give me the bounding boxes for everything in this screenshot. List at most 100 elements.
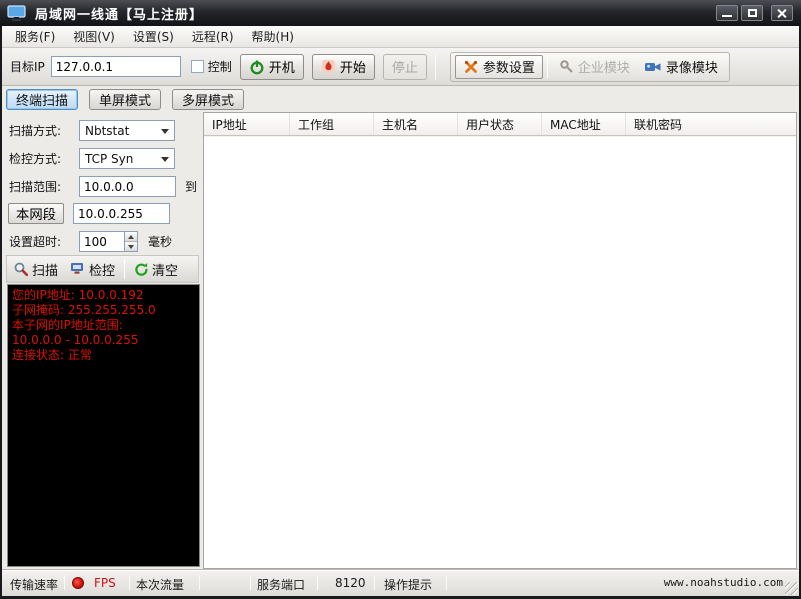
tab-multi-screen[interactable]: 多屏模式 (172, 88, 245, 110)
power-on-button[interactable]: 开机 (239, 53, 304, 80)
timeout-stepper[interactable] (124, 231, 138, 252)
local-subnet-button[interactable]: 本网段 (8, 203, 64, 224)
column-header-password[interactable]: 联机密码 (626, 113, 796, 135)
tab-single-screen[interactable]: 单屏模式 (89, 88, 162, 110)
statusbar-separator (317, 575, 318, 590)
minimize-button[interactable] (716, 5, 738, 21)
chevron-down-icon (161, 157, 169, 162)
spin-down-icon[interactable] (125, 242, 137, 251)
scan-button[interactable]: 扫描 (7, 257, 64, 281)
maximize-icon (747, 9, 757, 17)
params-settings-label: 参数设置 (482, 61, 535, 76)
stop-label: 停止 (391, 60, 418, 75)
column-header-workgroup[interactable]: 工作组 (290, 113, 374, 135)
timeout-label: 设置超时: (9, 235, 62, 249)
monitor-mode-value: TCP Syn (85, 151, 134, 166)
timeout-input[interactable] (79, 231, 124, 252)
main-toolbar: 目标IP 控制 开机 开始 停止 (2, 48, 799, 86)
enterprise-module-button[interactable]: 企业模块 (552, 55, 637, 79)
console-line-range: 10.0.0.0 - 10.0.0.255 (12, 333, 139, 347)
video-camera-icon (644, 62, 661, 71)
control-checkbox[interactable] (190, 60, 204, 73)
control-checkbox-label: 控制 (207, 60, 232, 74)
minimize-icon (722, 15, 732, 17)
monitor-button[interactable]: 检控 (64, 257, 121, 281)
scan-range-label: 扫描范围: (9, 180, 62, 194)
module-button-group: 参数设置 企业模块 录像模块 (449, 51, 730, 82)
recycle-icon (135, 262, 148, 276)
app-window: 局域网一线通【马上注册】 服务(F) 视图(V) 设置(S) 远程(R) 帮助(… (0, 0, 801, 599)
console-line-range-title: 本子网的IP地址范围: (12, 318, 123, 332)
video-module-button[interactable]: 录像模块 (637, 55, 725, 79)
title-bar: 局域网一线通【马上注册】 (0, 0, 801, 26)
network-info-console: 您的IP地址: 10.0.0.192 子网掩码: 255.255.255.0 本… (7, 284, 200, 567)
scan-button-label: 扫描 (32, 263, 59, 279)
video-module-label: 录像模块 (665, 61, 718, 76)
fps-status-dot (72, 577, 84, 589)
console-line-status: 连接状态: 正常 (12, 348, 92, 362)
traffic-label: 本次流量 (136, 578, 185, 592)
table-header-row: IP地址 工作组 主机名 用户状态 MAC地址 联机密码 (204, 113, 796, 136)
fps-label: FPS (94, 576, 116, 590)
resize-grip[interactable] (785, 582, 798, 595)
magnifier-icon (14, 262, 29, 277)
range-to-label: 到 (185, 180, 198, 194)
clear-button[interactable]: 清空 (128, 257, 184, 281)
group-separator (546, 55, 548, 78)
maximize-button[interactable] (741, 5, 763, 21)
column-header-ip[interactable]: IP地址 (204, 113, 290, 135)
tools-icon (464, 60, 477, 73)
close-icon (777, 8, 787, 18)
table-body[interactable] (204, 136, 796, 568)
menu-help[interactable]: 帮助(H) (243, 26, 303, 47)
monitor-mode-select[interactable]: TCP Syn (79, 148, 175, 169)
target-ip-input[interactable] (50, 56, 181, 77)
statusbar-separator (250, 575, 251, 590)
monitor-button-label: 检控 (89, 263, 116, 279)
chevron-down-icon (161, 129, 169, 134)
menu-remote[interactable]: 远程(R) (183, 26, 243, 47)
app-logo-icon (7, 4, 26, 21)
scan-results-table: IP地址 工作组 主机名 用户状态 MAC地址 联机密码 (203, 112, 797, 569)
scan-settings-panel: 扫描方式: Nbtstat 检控方式: TCP Syn 扫描范围: 10.0.0… (2, 112, 203, 569)
column-header-hostname[interactable]: 主机名 (374, 113, 458, 135)
statusbar-separator (374, 575, 375, 590)
power-on-label: 开机 (268, 60, 295, 75)
console-line-mask: 子网掩码: 255.255.255.0 (12, 303, 156, 317)
close-button[interactable] (771, 5, 793, 21)
console-line-ip: 您的IP地址: 10.0.0.192 (12, 288, 144, 302)
scan-mode-label: 扫描方式: (9, 124, 62, 138)
monitor-mode-label: 检控方式: (9, 152, 62, 166)
menu-service[interactable]: 服务(F) (6, 26, 64, 47)
statusbar-separator (129, 575, 130, 590)
column-header-mac[interactable]: MAC地址 (542, 113, 626, 135)
tab-terminal-scan[interactable]: 终端扫描 (6, 88, 79, 110)
menu-view[interactable]: 视图(V) (64, 26, 124, 47)
transfer-rate-label: 传输速率 (10, 578, 59, 592)
main-area: 扫描方式: Nbtstat 检控方式: TCP Syn 扫描范围: 10.0.0… (2, 112, 799, 569)
app-body: 服务(F) 视图(V) 设置(S) 远程(R) 帮助(H) 目标IP 控制 开机 (2, 26, 799, 596)
start-button[interactable]: 开始 (311, 53, 375, 80)
scan-range-end-input[interactable] (72, 203, 170, 224)
toolbar-separator (434, 53, 436, 80)
statusbar-separator (64, 575, 65, 590)
service-port-label: 服务端口 (257, 578, 306, 592)
scan-action-bar: 扫描 检控 清空 (6, 255, 199, 283)
scan-mode-select[interactable]: Nbtstat (79, 120, 175, 141)
power-icon (250, 60, 264, 74)
spin-up-icon[interactable] (125, 232, 137, 242)
params-settings-button[interactable]: 参数设置 (454, 54, 543, 79)
service-port-value: 8120 (335, 576, 366, 590)
menu-settings[interactable]: 设置(S) (124, 26, 183, 47)
tab-row: 终端扫描 单屏模式 多屏模式 (2, 86, 799, 112)
enterprise-module-label: 企业模块 (577, 61, 630, 76)
statusbar-separator (446, 575, 447, 590)
website-link[interactable]: www.noahstudio.com (664, 576, 783, 589)
scan-range-start-input[interactable] (79, 176, 176, 197)
menu-bar: 服务(F) 视图(V) 设置(S) 远程(R) 帮助(H) (2, 26, 799, 48)
stop-button[interactable]: 停止 (382, 53, 427, 80)
clear-button-label: 清空 (152, 263, 179, 279)
scan-mode-value: Nbtstat (85, 123, 130, 138)
monitor-screen-icon (71, 263, 84, 274)
column-header-userstatus[interactable]: 用户状态 (458, 113, 542, 135)
